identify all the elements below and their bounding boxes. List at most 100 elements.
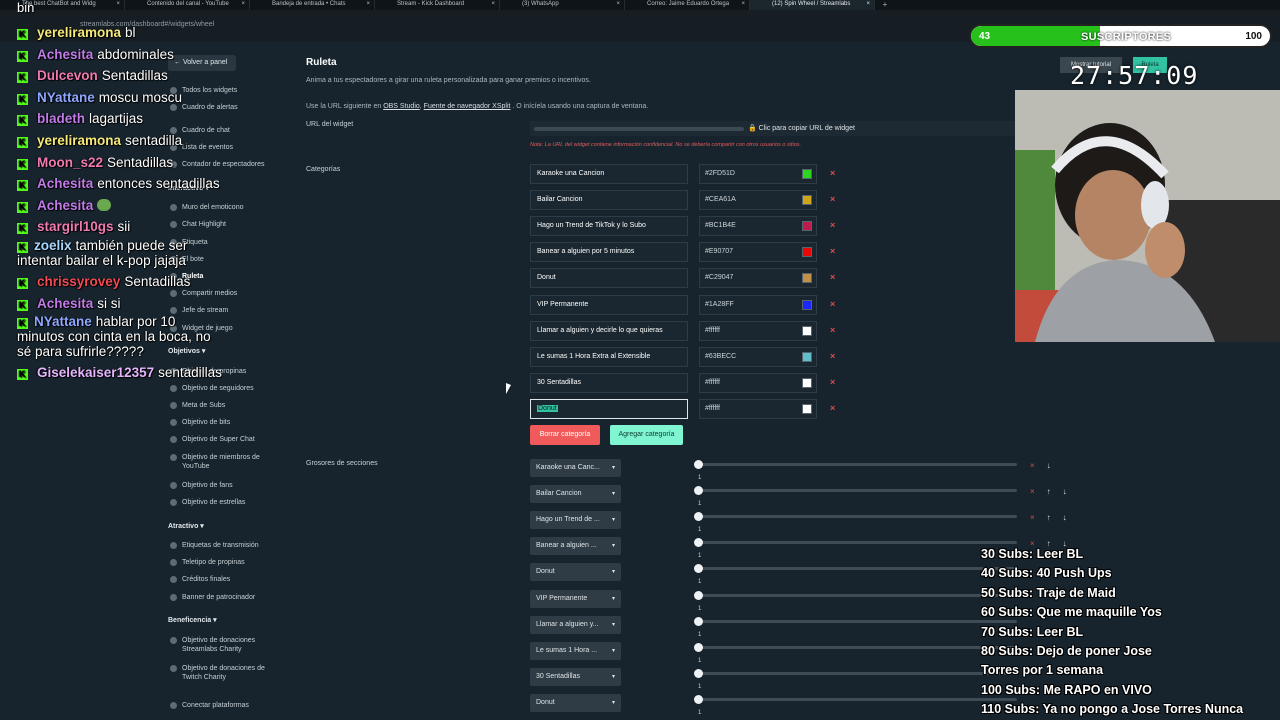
category-color-input[interactable]: #2FD51D	[699, 164, 817, 184]
slider-handle[interactable]	[694, 564, 703, 574]
nav-item[interactable]: Objetivo de fans	[170, 481, 280, 490]
nav-item[interactable]: Objetivo de donaciones de Twitch Charity	[170, 664, 280, 682]
color-swatch[interactable]	[802, 195, 812, 206]
section-width-slider[interactable]	[694, 616, 1017, 626]
section-select[interactable]: Hago un Trend de ... ▾	[530, 511, 621, 530]
widget-url-field[interactable]: 🔒 Clic para copiar URL de widget	[530, 121, 1016, 136]
color-swatch[interactable]	[802, 169, 812, 179]
delete-category-icon[interactable]: ×	[830, 220, 835, 230]
category-color-input[interactable]: #BC1B4E	[699, 216, 817, 237]
delete-category-icon[interactable]: ×	[830, 403, 835, 413]
section-width-slider[interactable]	[694, 538, 1017, 548]
section-width-slider[interactable]	[694, 564, 1017, 574]
section-select[interactable]: Banear a alguien ... ▾	[530, 537, 621, 556]
category-name-input[interactable]: Banear a alguien por 5 minutos	[530, 242, 688, 263]
new-tab-button[interactable]: +	[875, 0, 895, 10]
nav-item[interactable]: Objetivo de miembros de YouTube	[170, 453, 280, 471]
delete-category-icon[interactable]: ×	[830, 272, 835, 282]
delete-category-icon[interactable]: ×	[830, 168, 835, 178]
slider-handle[interactable]	[694, 642, 703, 652]
remove-category-button[interactable]: Borrar categoría	[530, 425, 600, 445]
nav-section-atractivo[interactable]: Atractivo ▾	[168, 522, 204, 530]
category-name-input[interactable]: Karaoke una Cancion	[530, 164, 688, 184]
xsplit-link[interactable]: Fuente de navegador XSplit	[424, 103, 511, 110]
slider-handle[interactable]	[694, 616, 703, 626]
delete-section-icon[interactable]: ×	[1030, 461, 1035, 470]
nav-item[interactable]: Teletipo de propinas	[170, 558, 280, 567]
section-select[interactable]: Karaoke una Canc... ▾	[530, 459, 621, 477]
category-color-input[interactable]: #E90707	[699, 242, 817, 263]
category-name-input[interactable]: Donut	[530, 398, 688, 419]
close-icon[interactable]: ×	[241, 0, 245, 9]
color-swatch[interactable]	[802, 377, 812, 388]
nav-item[interactable]: Banner de patrocinador	[170, 593, 280, 602]
nav-section-beneficencia[interactable]: Beneficencia ▾	[168, 616, 217, 624]
section-select[interactable]: Bailar Cancion ▾	[530, 485, 621, 504]
browser-tab[interactable]: (3) WhatsApp ×	[500, 0, 625, 10]
copy-url-button[interactable]: 🔒 Clic para copiar URL de widget	[748, 121, 855, 136]
section-select[interactable]: Le sumas 1 Hora ... ▾	[530, 641, 621, 660]
browser-tab[interactable]: Correo: Jaime Eduardo Ortega ×	[625, 0, 750, 10]
arrow-up-icon[interactable]: ↑	[1047, 513, 1051, 522]
category-name-input[interactable]: Bailar Cancion	[530, 190, 688, 211]
section-width-slider[interactable]	[694, 590, 1017, 600]
close-icon[interactable]: ×	[116, 0, 120, 9]
delete-category-icon[interactable]: ×	[830, 377, 835, 387]
slider-handle[interactable]	[694, 486, 703, 496]
color-swatch[interactable]	[802, 273, 812, 284]
obs-studio-link[interactable]: OBS Studio	[383, 103, 420, 110]
close-icon[interactable]: ×	[866, 0, 870, 9]
close-icon[interactable]: ×	[741, 0, 745, 9]
nav-item[interactable]: Conectar plataformas	[170, 701, 280, 710]
nav-item[interactable]: Etiquetas de transmisión	[170, 541, 280, 550]
category-color-input[interactable]: #ffffff	[699, 320, 817, 341]
category-color-input[interactable]: #1A28FF	[699, 294, 817, 315]
slider-handle[interactable]	[694, 512, 703, 522]
section-width-slider[interactable]	[694, 486, 1017, 496]
color-swatch[interactable]	[802, 299, 812, 310]
add-category-button[interactable]: Agregar categoría	[610, 425, 683, 445]
delete-category-icon[interactable]: ×	[830, 299, 835, 309]
slider-handle[interactable]	[694, 694, 703, 704]
section-width-slider[interactable]	[694, 694, 1017, 704]
category-name-input[interactable]: Le sumas 1 Hora Extra al Extensible	[530, 346, 688, 367]
nav-item[interactable]: Objetivo de donaciones Streamlabs Charit…	[170, 636, 280, 654]
nav-item[interactable]: Créditos finales	[170, 575, 280, 584]
browser-tab-active[interactable]: (12) Spin Wheel / Streamlabs ×	[750, 0, 875, 10]
nav-item[interactable]: Objetivo de bits	[170, 418, 280, 427]
section-width-slider[interactable]	[694, 512, 1017, 522]
color-swatch[interactable]	[802, 221, 812, 232]
nav-item[interactable]: Objetivo de estrellas	[170, 498, 280, 507]
nav-item[interactable]: Objetivo de seguidores	[170, 384, 280, 393]
section-select[interactable]: Llamar a alguien y... ▾	[530, 615, 621, 634]
arrow-down-icon[interactable]: ↓	[1047, 461, 1051, 470]
delete-category-icon[interactable]: ×	[830, 351, 835, 361]
category-name-input[interactable]: 30 Sentadillas	[530, 372, 688, 393]
section-width-slider[interactable]	[694, 668, 1017, 678]
delete-section-icon[interactable]: ×	[1030, 487, 1035, 496]
delete-category-icon[interactable]: ×	[830, 325, 835, 335]
browser-tab[interactable]: Bandeja de entrada • Chats ×	[250, 0, 375, 10]
browser-tab[interactable]: Contenido del canal - YouTube ×	[125, 0, 250, 10]
browser-tab[interactable]: Stream - Kick Dashboard ×	[375, 0, 500, 10]
arrow-up-icon[interactable]: ↑	[1047, 487, 1051, 496]
category-color-input[interactable]: #C29047	[699, 268, 817, 289]
slider-handle[interactable]	[694, 538, 703, 548]
category-color-input[interactable]: #63BECC	[699, 346, 817, 367]
color-swatch[interactable]	[802, 325, 812, 336]
section-select[interactable]: Donut ▾	[530, 693, 621, 712]
slider-handle[interactable]	[694, 460, 703, 469]
category-name-input[interactable]: Donut	[530, 268, 688, 289]
category-color-input[interactable]: #CEA61A	[699, 190, 817, 211]
category-color-input[interactable]: #ffffff	[699, 372, 817, 393]
slider-handle[interactable]	[694, 668, 703, 678]
category-name-input[interactable]: VIP Permanente	[530, 294, 688, 315]
category-name-input[interactable]: Hago un Trend de TikTok y lo Subo	[530, 216, 688, 237]
nav-item[interactable]: Meta de Subs	[170, 401, 280, 410]
section-width-slider[interactable]	[694, 460, 1017, 469]
category-name-input[interactable]: Llamar a alguien y decirle lo que quiera…	[530, 320, 688, 341]
delete-section-icon[interactable]: ×	[1030, 513, 1035, 522]
section-select[interactable]: VIP Permanente ▾	[530, 589, 621, 608]
color-swatch[interactable]	[802, 247, 812, 258]
nav-item[interactable]: Objetivo de Super Chat	[170, 435, 280, 444]
